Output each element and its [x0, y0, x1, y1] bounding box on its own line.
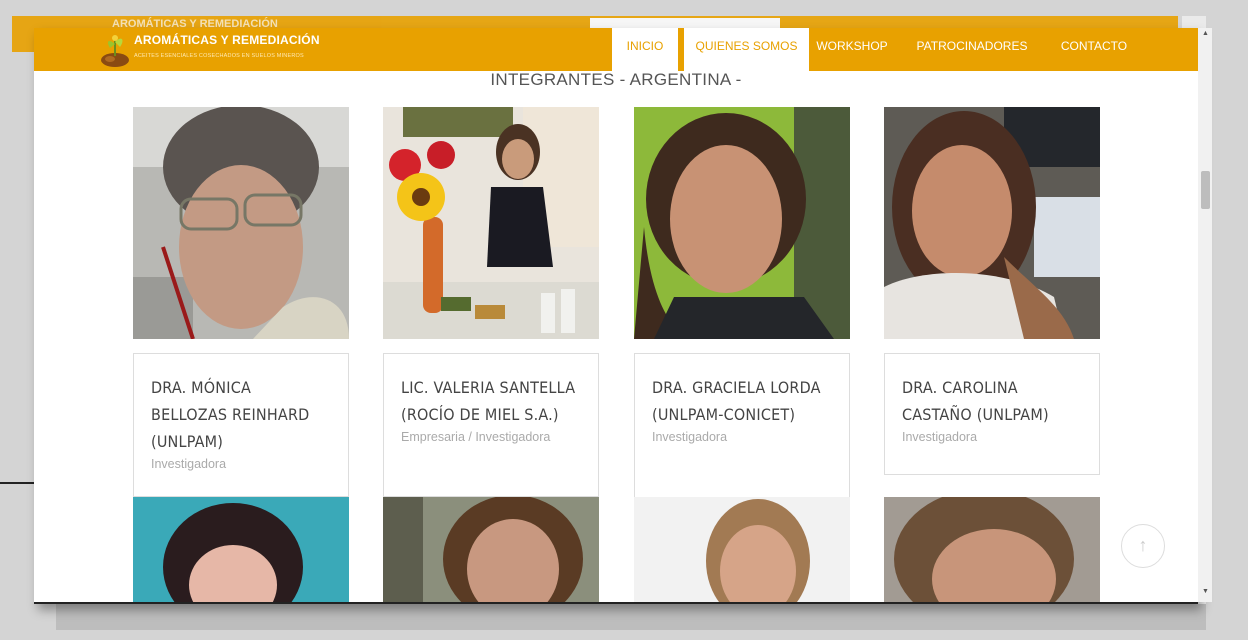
member-name: DRA. CAROLINA CASTAÑO (UNLPAM)	[902, 378, 1049, 424]
member-info: DRA. MÓNICA BELLOZAS REINHARD (UNLPAM) I…	[133, 353, 349, 497]
back-to-top-button[interactable]: ↑	[1121, 524, 1165, 568]
member-photo	[634, 107, 850, 339]
member-photo	[133, 497, 349, 602]
member-photo	[133, 105, 349, 340]
site-title[interactable]: AROMÁTICAS Y REMEDIACIÓN	[134, 33, 320, 47]
scroll-up-icon[interactable]: ▲	[1202, 30, 1209, 37]
member-photo	[383, 107, 599, 339]
member-photo	[383, 497, 599, 602]
member-photo	[884, 497, 1100, 602]
member-name: DRA. MÓNICA BELLOZAS REINHARD (UNLPAM)	[151, 378, 310, 451]
section-title: INTEGRANTES - ARGENTINA -	[490, 70, 742, 89]
member-name: DRA. GRACIELA LORDA (UNLPAM-CONICET)	[652, 378, 821, 424]
member-card: DRA. MÓNICA BELLOZAS REINHARD (UNLPAM) I…	[133, 105, 349, 497]
member-card: DRA. CAROLINA CASTAÑO (UNLPAM) Investiga…	[884, 107, 1100, 475]
member-role: Investigadora	[902, 430, 978, 444]
member-photo	[634, 497, 850, 602]
nav-contacto[interactable]: CONTACTO	[1050, 28, 1138, 71]
background-window-bottom	[56, 604, 1206, 630]
divider-line	[0, 482, 34, 484]
member-card: LIC. VALERIA SANTELLA (ROCÍO DE MIEL S.A…	[383, 107, 599, 497]
site-subtitle: ACEITES ESENCIALES COSECHADOS EN SUELOS …	[134, 53, 304, 59]
nav-workshop[interactable]: WORKSHOP	[814, 28, 890, 71]
member-role: Investigadora	[652, 430, 728, 444]
member-role: Empresaria / Investigadora	[401, 430, 551, 444]
nav-patrocinadores[interactable]: PATROCINADORES	[916, 28, 1028, 71]
member-photo	[884, 107, 1100, 339]
member-role: Investigadora	[151, 457, 227, 471]
scrollbar-thumb[interactable]	[1201, 171, 1210, 209]
browser-viewport: AROMÁTICAS Y REMEDIACIÓN ACEITES ESENCIA…	[34, 28, 1198, 604]
scroll-down-icon[interactable]: ▼	[1202, 588, 1209, 595]
leaf-logo-icon[interactable]	[98, 32, 132, 68]
member-info: DRA. CAROLINA CASTAÑO (UNLPAM) Investiga…	[884, 353, 1100, 475]
nav-quienes-somos[interactable]: QUIENES SOMOS	[684, 28, 809, 71]
member-info: LIC. VALERIA SANTELLA (ROCÍO DE MIEL S.A…	[383, 353, 599, 497]
member-card: DRA. GRACIELA LORDA (UNLPAM-CONICET) Inv…	[634, 107, 850, 523]
site-navbar: AROMÁTICAS Y REMEDIACIÓN ACEITES ESENCIA…	[34, 28, 1198, 71]
member-name: LIC. VALERIA SANTELLA (ROCÍO DE MIEL S.A…	[401, 378, 576, 424]
nav-inicio[interactable]: INICIO	[612, 28, 678, 71]
page-scrollbar[interactable]	[1198, 28, 1212, 602]
arrow-up-icon: ↑	[1138, 535, 1148, 555]
